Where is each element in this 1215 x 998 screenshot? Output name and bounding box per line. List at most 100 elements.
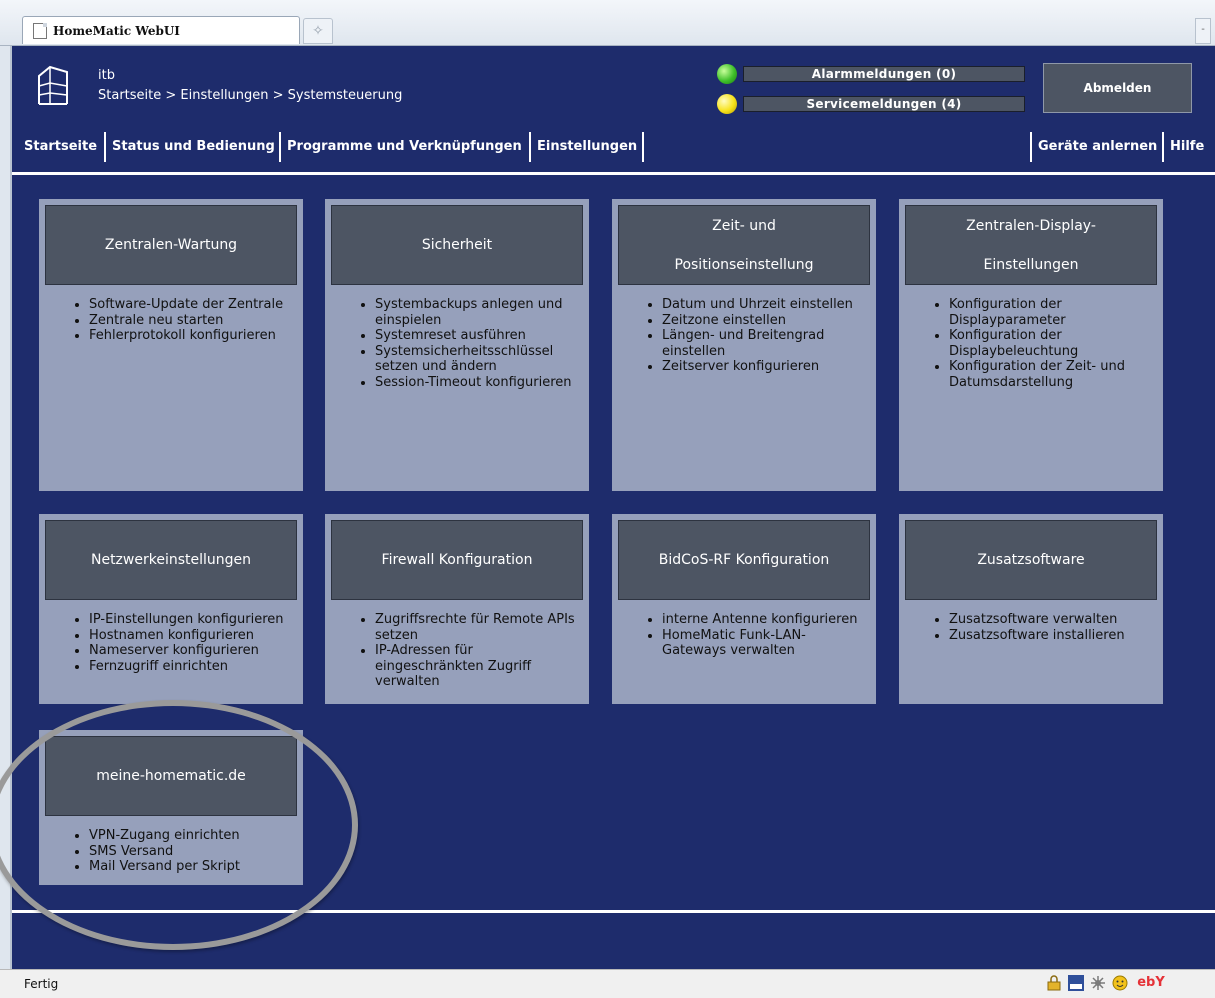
nav-separator bbox=[279, 132, 281, 162]
tab-scroll-button[interactable]: - bbox=[1195, 18, 1211, 44]
list-item: Systembackups anlegen und einspielen bbox=[375, 297, 583, 328]
divider bbox=[12, 172, 1215, 175]
browser-tab-bar: HomeMatic WebUI ✧ - bbox=[0, 0, 1215, 46]
tile-title: BidCoS-RF Konfiguration bbox=[658, 552, 830, 568]
tile-header[interactable]: Firewall Konfiguration bbox=[331, 520, 583, 600]
list-item: Fernzugriff einrichten bbox=[89, 659, 297, 675]
nav-status[interactable]: Status und Bedienung bbox=[112, 130, 275, 164]
list-item: Session-Timeout konfigurieren bbox=[375, 375, 583, 391]
list-item: Systemreset ausführen bbox=[375, 328, 583, 344]
tile-features: Datum und Uhrzeit einstellen Zeitzone ei… bbox=[618, 297, 870, 375]
browser-tab[interactable]: HomeMatic WebUI bbox=[22, 16, 300, 44]
tile-header[interactable]: BidCoS-RF Konfiguration bbox=[618, 520, 870, 600]
tile-title: Zusatzsoftware bbox=[977, 552, 1085, 568]
homematic-page: itb Startseite > Einstellungen > Systems… bbox=[12, 46, 1215, 969]
window-left-edge bbox=[0, 46, 12, 969]
alarm-messages-button[interactable]: Alarmmeldungen (0) bbox=[743, 66, 1025, 82]
list-item: Datum und Uhrzeit einstellen bbox=[662, 297, 870, 313]
tile-title: Netzwerkeinstellungen bbox=[90, 552, 252, 568]
tile-header[interactable]: Zentralen-Wartung bbox=[45, 205, 297, 285]
divider bbox=[12, 910, 1215, 913]
nav-home[interactable]: Startseite bbox=[24, 130, 97, 164]
tile-central-display[interactable]: Zentralen-Display- Einstellungen Konfigu… bbox=[899, 199, 1163, 491]
list-item: Zeitserver konfigurieren bbox=[662, 359, 870, 375]
list-item: Zusatzsoftware installieren bbox=[949, 628, 1157, 644]
list-item: IP-Einstellungen konfigurieren bbox=[89, 612, 297, 628]
list-item: Fehlerprotokoll konfigurieren bbox=[89, 328, 297, 344]
tile-title: Zentralen-Wartung bbox=[104, 237, 238, 253]
ebay-icon[interactable]: ebY bbox=[1134, 975, 1168, 991]
nav-help[interactable]: Hilfe bbox=[1170, 130, 1204, 164]
tile-features: Zusatzsoftware verwalten Zusatzsoftware … bbox=[905, 612, 1157, 643]
logout-button[interactable]: Abmelden bbox=[1043, 63, 1192, 113]
tile-meine-homematic[interactable]: meine-homematic.de VPN-Zugang einrichten… bbox=[39, 730, 303, 885]
addon-icon[interactable] bbox=[1090, 975, 1106, 991]
homematic-logo-icon bbox=[38, 65, 68, 105]
tile-firewall[interactable]: Firewall Konfiguration Zugriffsrechte fü… bbox=[325, 514, 589, 704]
tile-header[interactable]: Zentralen-Display- Einstellungen bbox=[905, 205, 1157, 285]
tile-security[interactable]: Sicherheit Systembackups anlegen und ein… bbox=[325, 199, 589, 491]
tile-title: Einstellungen bbox=[983, 256, 1079, 273]
tab-title: HomeMatic WebUI bbox=[53, 23, 180, 38]
tile-features: interne Antenne konfigurieren HomeMatic … bbox=[618, 612, 870, 659]
tile-title: Zeit- und bbox=[712, 217, 776, 234]
nav-teach-devices[interactable]: Geräte anlernen bbox=[1038, 130, 1157, 164]
nav-separator bbox=[642, 132, 644, 162]
list-item: Mail Versand per Skript bbox=[89, 859, 297, 875]
list-item: Konfiguration der Zeit- und Datumsdarste… bbox=[949, 359, 1157, 390]
ebay-label: ebY bbox=[1137, 975, 1165, 990]
list-item: VPN-Zugang einrichten bbox=[89, 828, 297, 844]
list-item: IP-Adressen für eingeschränkten Zugriff … bbox=[375, 643, 583, 690]
rss-icon[interactable] bbox=[1068, 975, 1084, 991]
nav-separator bbox=[1162, 132, 1164, 162]
service-status-led-icon bbox=[717, 94, 737, 114]
tile-title: Positionseinstellung bbox=[674, 256, 814, 273]
tile-bidcos-rf[interactable]: BidCoS-RF Konfiguration interne Antenne … bbox=[612, 514, 876, 704]
tile-header[interactable]: Netzwerkeinstellungen bbox=[45, 520, 297, 600]
list-item: HomeMatic Funk-LAN-Gateways verwalten bbox=[662, 628, 870, 659]
tile-header[interactable]: Zusatzsoftware bbox=[905, 520, 1157, 600]
tile-features: Konfiguration der Displayparameter Konfi… bbox=[905, 297, 1157, 390]
tile-header[interactable]: Sicherheit bbox=[331, 205, 583, 285]
list-item: Zentrale neu starten bbox=[89, 313, 297, 329]
list-item: Hostnamen konfigurieren bbox=[89, 628, 297, 644]
tile-additional-software[interactable]: Zusatzsoftware Zusatzsoftware verwalten … bbox=[899, 514, 1163, 704]
tile-central-maintenance[interactable]: Zentralen-Wartung Software-Update der Ze… bbox=[39, 199, 303, 491]
tile-features: Software-Update der Zentrale Zentrale ne… bbox=[45, 297, 297, 344]
tile-header[interactable]: Zeit- und Positionseinstellung bbox=[618, 205, 870, 285]
tile-features: VPN-Zugang einrichten SMS Versand Mail V… bbox=[45, 828, 297, 875]
list-item: SMS Versand bbox=[89, 844, 297, 860]
tile-network[interactable]: Netzwerkeinstellungen IP-Einstellungen k… bbox=[39, 514, 303, 704]
tile-title: Sicherheit bbox=[421, 237, 493, 253]
list-item: Längen- und Breitengrad einstellen bbox=[662, 328, 870, 359]
tile-features: IP-Einstellungen konfigurieren Hostnamen… bbox=[45, 612, 297, 674]
main-navigation: Startseite Status und Bedienung Programm… bbox=[12, 130, 1215, 164]
list-item: Software-Update der Zentrale bbox=[89, 297, 297, 313]
lock-icon[interactable] bbox=[1046, 975, 1062, 991]
nav-programs[interactable]: Programme und Verknüpfungen bbox=[287, 130, 522, 164]
browser-status-bar: Fertig ebY bbox=[0, 969, 1215, 998]
new-tab-button[interactable]: ✧ bbox=[303, 18, 333, 44]
list-item: Nameserver konfigurieren bbox=[89, 643, 297, 659]
nav-separator bbox=[529, 132, 531, 162]
list-item: Zeitzone einstellen bbox=[662, 313, 870, 329]
list-item: Zusatzsoftware verwalten bbox=[949, 612, 1157, 628]
tile-features: Systembackups anlegen und einspielen Sys… bbox=[331, 297, 583, 390]
page-icon bbox=[33, 22, 47, 39]
status-text: Fertig bbox=[24, 977, 59, 991]
list-item: Konfiguration der Displaybeleuchtung bbox=[949, 328, 1157, 359]
list-item: interne Antenne konfigurieren bbox=[662, 612, 870, 628]
smiley-icon[interactable] bbox=[1112, 975, 1128, 991]
tile-title: Firewall Konfiguration bbox=[381, 552, 533, 568]
alarm-status-led-icon bbox=[717, 64, 737, 84]
tile-title: Zentralen-Display- bbox=[966, 217, 1096, 234]
list-item: Konfiguration der Displayparameter bbox=[949, 297, 1157, 328]
service-messages-button[interactable]: Servicemeldungen (4) bbox=[743, 96, 1025, 112]
nav-separator bbox=[104, 132, 106, 162]
nav-separator bbox=[1030, 132, 1032, 162]
breadcrumb: Startseite > Einstellungen > Systemsteue… bbox=[98, 88, 403, 103]
tile-header[interactable]: meine-homematic.de bbox=[45, 736, 297, 816]
user-name: itb bbox=[98, 68, 115, 83]
tile-time-position[interactable]: Zeit- und Positionseinstellung Datum und… bbox=[612, 199, 876, 491]
nav-settings[interactable]: Einstellungen bbox=[537, 130, 637, 164]
